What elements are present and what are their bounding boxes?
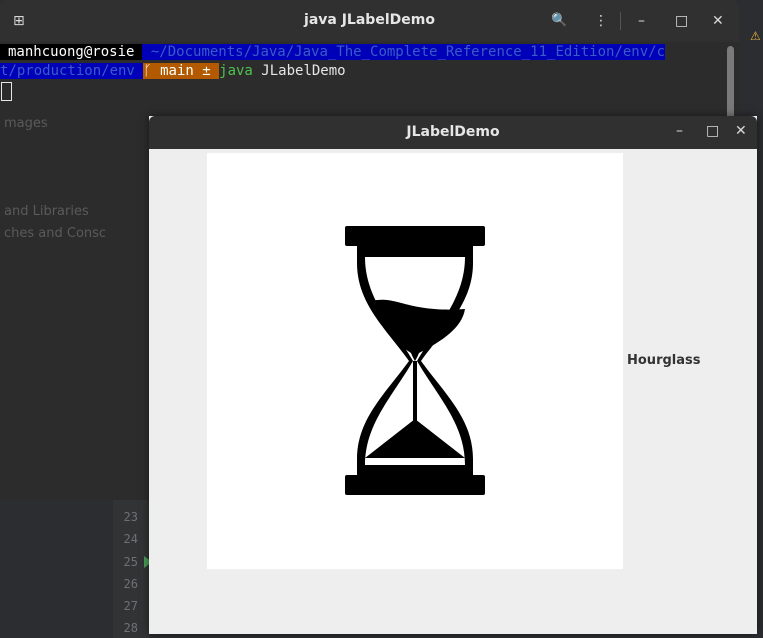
close-button[interactable]: ✕ — [712, 11, 724, 31]
ide-text-ghost: ches and Consc — [4, 226, 107, 241]
label-text: Hourglass — [627, 353, 701, 368]
command-arg: JLabelDemo — [261, 63, 346, 79]
label-image — [207, 153, 623, 569]
jlabeldemo-window: JLabelDemo – □ ✕ Hourglass — [149, 116, 757, 634]
hourglass-icon — [345, 226, 485, 495]
command: java — [219, 63, 253, 79]
search-icon[interactable]: 🔍 — [551, 11, 567, 31]
jwindow-content: Hourglass — [149, 149, 757, 634]
ide-text-ghost: mages — [4, 116, 48, 131]
minimize-button[interactable]: – — [676, 121, 683, 141]
line-number: 25 — [123, 555, 138, 569]
minimize-button[interactable]: – — [638, 11, 645, 31]
divider — [620, 12, 621, 30]
scrollbar[interactable] — [727, 46, 734, 124]
line-number: 27 — [123, 599, 138, 613]
terminal-title: java JLabelDemo — [304, 12, 435, 28]
line-number: 26 — [123, 577, 138, 591]
ide-text-ghost: and Libraries — [4, 204, 89, 219]
warning-icon[interactable]: ⚠ — [750, 29, 761, 43]
maximize-button[interactable]: □ — [706, 121, 719, 141]
text-cursor — [1, 82, 12, 101]
menu-icon[interactable]: ⋮ — [594, 11, 608, 31]
line-number: 28 — [123, 621, 138, 635]
line-number: 23 — [123, 510, 138, 524]
maximize-button[interactable]: □ — [675, 11, 688, 31]
prompt-path: ~/Documents/Java/Java_The_Complete_Refer… — [142, 44, 666, 60]
prompt-path-cont: t/production/env — [0, 63, 144, 79]
terminal-titlebar: ⊞ java JLabelDemo 🔍 ⋮ – □ ✕ — [0, 0, 739, 42]
close-button[interactable]: ✕ — [735, 121, 747, 141]
line-number: 24 — [123, 532, 138, 546]
prompt-line-1: manhcuong@rosie ~/Documents/Java/Java_Th… — [0, 43, 722, 62]
jwindow-titlebar: JLabelDemo – □ ✕ — [149, 116, 757, 149]
prompt-user: manhcuong@rosie — [0, 44, 143, 60]
prompt-line-2: t/production/env ᚴ main ± java JLabelDem… — [0, 62, 346, 81]
git-branch: ᚴ main ± — [143, 63, 220, 79]
jwindow-title: JLabelDemo — [406, 124, 500, 140]
